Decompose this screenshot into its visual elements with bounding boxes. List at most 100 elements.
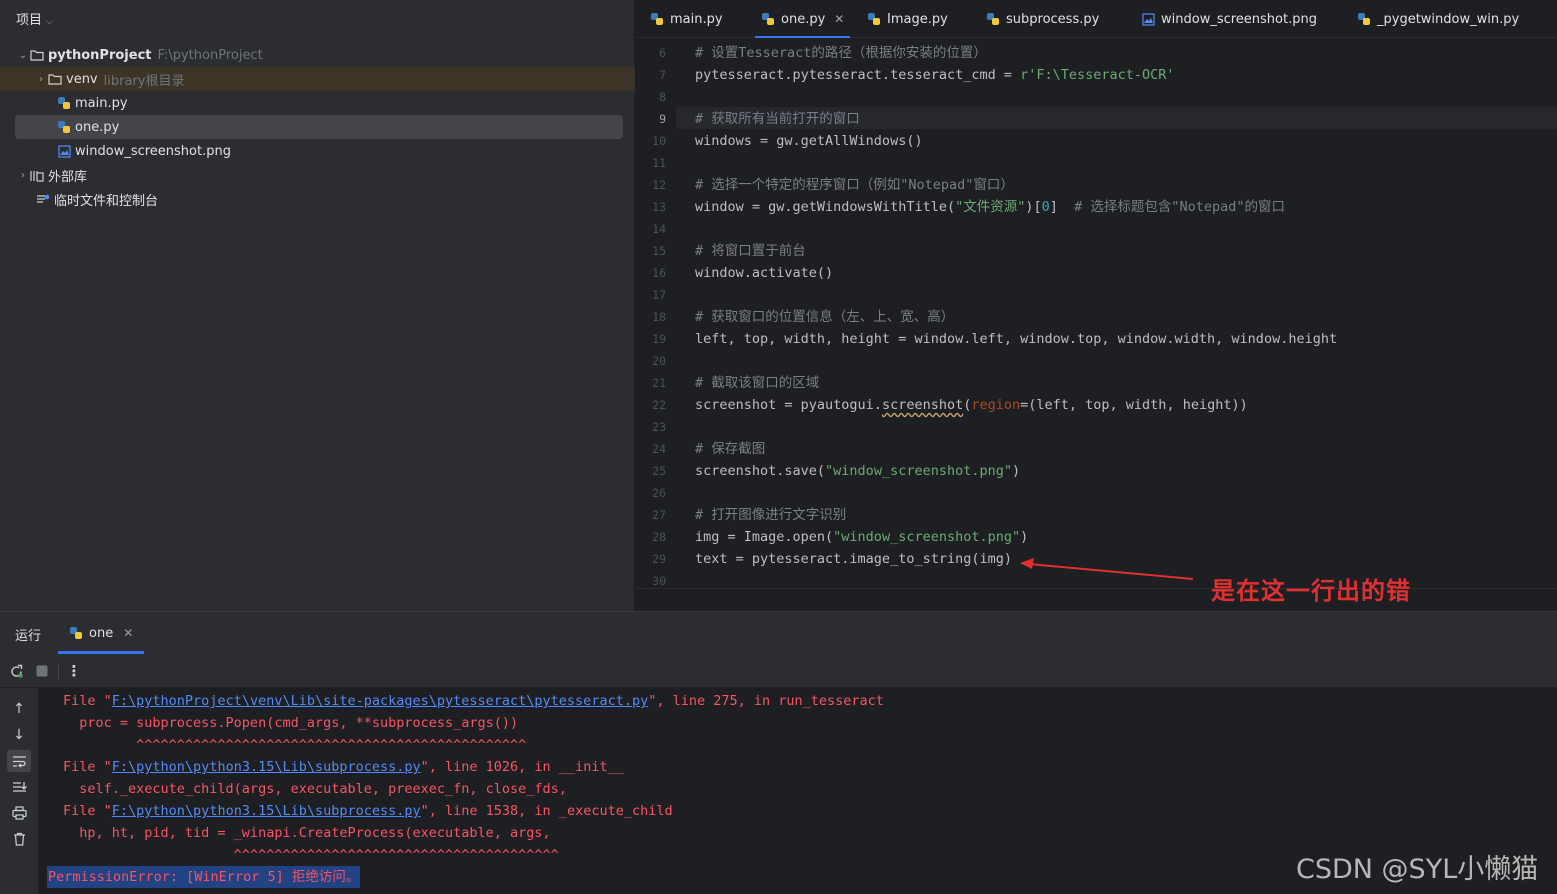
code-string: r'F:\Tesseract-OCR' [1020, 67, 1175, 83]
code-token: ) [1020, 529, 1029, 545]
line-number: 23 [652, 420, 666, 434]
run-toolbar: ⋮ [0, 654, 1557, 688]
python-file-icon [867, 12, 881, 26]
python-file-icon [650, 12, 664, 26]
code-line-16: window.activate() [695, 265, 834, 281]
line-number: 27 [652, 508, 666, 522]
code-string: "window_screenshot.png" [833, 529, 1021, 545]
line-number: 26 [652, 486, 666, 500]
run-tab-one[interactable]: one ✕ [58, 612, 144, 654]
code-line-10: windows = gw.getAllWindows() [695, 133, 923, 149]
rerun-icon[interactable] [8, 663, 24, 679]
file-link[interactable]: F:\python\python3.15\Lib\subprocess.py [112, 759, 421, 775]
file-label: window_screenshot.png [75, 143, 231, 159]
traceback-text: ", line 1538, in _execute_child [420, 803, 673, 819]
line-number: 7 [659, 68, 666, 82]
tab-label: main.py [670, 11, 723, 27]
traceback-text: File " [63, 693, 112, 709]
code-string: "window_screenshot.png" [825, 463, 1012, 479]
stop-icon[interactable] [34, 663, 50, 679]
line-number: 17 [652, 288, 666, 302]
python-file-icon [761, 12, 775, 26]
venv-name: venv [66, 71, 98, 87]
chevron-down-icon[interactable]: ⌄ [17, 50, 29, 61]
traceback-line: File "F:\pythonProject\venv\Lib\site-pac… [63, 690, 884, 712]
tree-item-main-py[interactable]: main.py [0, 91, 635, 115]
code-parameter: region [971, 397, 1021, 413]
code-token: screenshot.save( [695, 463, 826, 479]
run-title: 运行 [15, 629, 42, 644]
tree-item-project-root[interactable]: ⌄ pythonProject F:\pythonProject [0, 43, 635, 67]
line-number: 22 [652, 398, 666, 412]
tab-one-py[interactable]: one.py ✕ [754, 0, 851, 38]
print-icon[interactable] [10, 804, 28, 822]
scroll-to-end-icon[interactable] [10, 778, 28, 796]
tab-image-py[interactable]: Image.py [867, 0, 948, 38]
arrow-down-icon[interactable]: ↓ [10, 726, 28, 744]
chevron-right-icon[interactable]: › [17, 170, 29, 181]
python-file-icon [56, 95, 72, 111]
project-root-name: pythonProject [48, 47, 152, 63]
code-token: ) [1011, 463, 1021, 479]
tab-label: one.py [781, 11, 826, 27]
python-file-icon [1357, 12, 1371, 26]
soft-wrap-icon[interactable] [7, 750, 31, 772]
trash-icon[interactable] [10, 830, 28, 848]
tree-item-one-py[interactable]: one.py [15, 115, 623, 139]
more-options-icon[interactable]: ⋮ [66, 662, 82, 680]
traceback-line: File "F:\python\python3.15\Lib\subproces… [63, 756, 624, 778]
tab-window-screenshot-png[interactable]: window_screenshot.png [1142, 0, 1317, 38]
toolbar-separator [58, 664, 59, 680]
code-token: )[ [1025, 199, 1042, 215]
line-number: 29 [652, 552, 666, 566]
traceback-line: ^^^^^^^^^^^^^^^^^^^^^^^^^^^^^^^^^^^^^^^^ [63, 847, 559, 863]
tree-item-venv[interactable]: › venv library根目录 [0, 67, 635, 91]
watermark: CSDN @SYL小懒猫 [1296, 854, 1539, 885]
line-number: 25 [652, 464, 666, 478]
venv-hint: library根目录 [103, 73, 185, 89]
editor-tab-bar: main.py one.py ✕ Image.py subprocess.py … [636, 0, 1557, 38]
line-number: 21 [652, 376, 666, 390]
traceback-line: hp, ht, pid, tid = _winapi.CreateProcess… [63, 825, 551, 841]
tab-main-py[interactable]: main.py [650, 0, 723, 38]
tree-item-external-libraries[interactable]: › 外部库 [0, 163, 635, 187]
file-link[interactable]: F:\python\python3.15\Lib\subprocess.py [112, 803, 421, 819]
tree-item-window-screenshot[interactable]: window_screenshot.png [0, 139, 635, 163]
traceback-text: ", line 1026, in __init__ [420, 759, 624, 775]
project-view-selector[interactable]: 项目 ⌵ [16, 9, 53, 28]
close-icon[interactable]: ✕ [834, 12, 844, 26]
code-token: ] [1049, 199, 1075, 215]
line-number: 12 [652, 178, 666, 192]
image-file-icon [56, 143, 72, 159]
traceback-line: File "F:\python\python3.15\Lib\subproces… [63, 800, 673, 822]
tab-label: _pygetwindow_win.py [1377, 11, 1520, 27]
code-line-22: screenshot = pyautogui.screenshot(region… [695, 394, 1248, 416]
tab-subprocess-py[interactable]: subprocess.py [986, 0, 1099, 38]
line-number: 14 [652, 222, 666, 236]
close-icon[interactable]: ✕ [123, 626, 133, 640]
tab-label: subprocess.py [1006, 11, 1100, 27]
file-link[interactable]: F:\pythonProject\venv\Lib\site-packages\… [112, 693, 648, 709]
library-icon [29, 167, 45, 183]
code-comment: # 选择标题包含"Notepad"的窗口 [1074, 199, 1286, 215]
chevron-right-icon[interactable]: › [35, 74, 47, 85]
tree-item-scratches[interactable]: 临时文件和控制台 [0, 187, 635, 211]
tab-label: window_screenshot.png [1161, 11, 1317, 27]
line-number: 20 [652, 354, 666, 368]
code-line-12: # 选择一个特定的程序窗口（例如"Notepad"窗口） [695, 177, 1014, 193]
folder-icon [47, 71, 63, 87]
code-line-21: # 截取该窗口的区域 [695, 375, 820, 391]
python-file-icon [986, 12, 1000, 26]
arrow-up-icon[interactable]: ↑ [10, 700, 28, 718]
line-number-gutter: 6 7 8 9 10 11 12 13 14 15 16 17 18 19 20… [636, 40, 676, 588]
traceback-text: File " [63, 803, 112, 819]
tab-label: Image.py [887, 11, 948, 27]
code-area[interactable]: # 设置Tesseract的路径（根据你安装的位置） pytesseract.p… [695, 40, 1557, 588]
editor-bottom-strip [636, 588, 1557, 611]
project-root-path: F:\pythonProject [157, 47, 263, 63]
code-line-25: screenshot.save("window_screenshot.png") [695, 460, 1020, 482]
tab-pygetwindow-win-py[interactable]: _pygetwindow_win.py [1357, 0, 1519, 38]
code-editor: main.py one.py ✕ Image.py subprocess.py … [636, 0, 1557, 611]
external-libraries-label: 外部库 [48, 169, 88, 185]
python-file-icon [69, 626, 83, 640]
